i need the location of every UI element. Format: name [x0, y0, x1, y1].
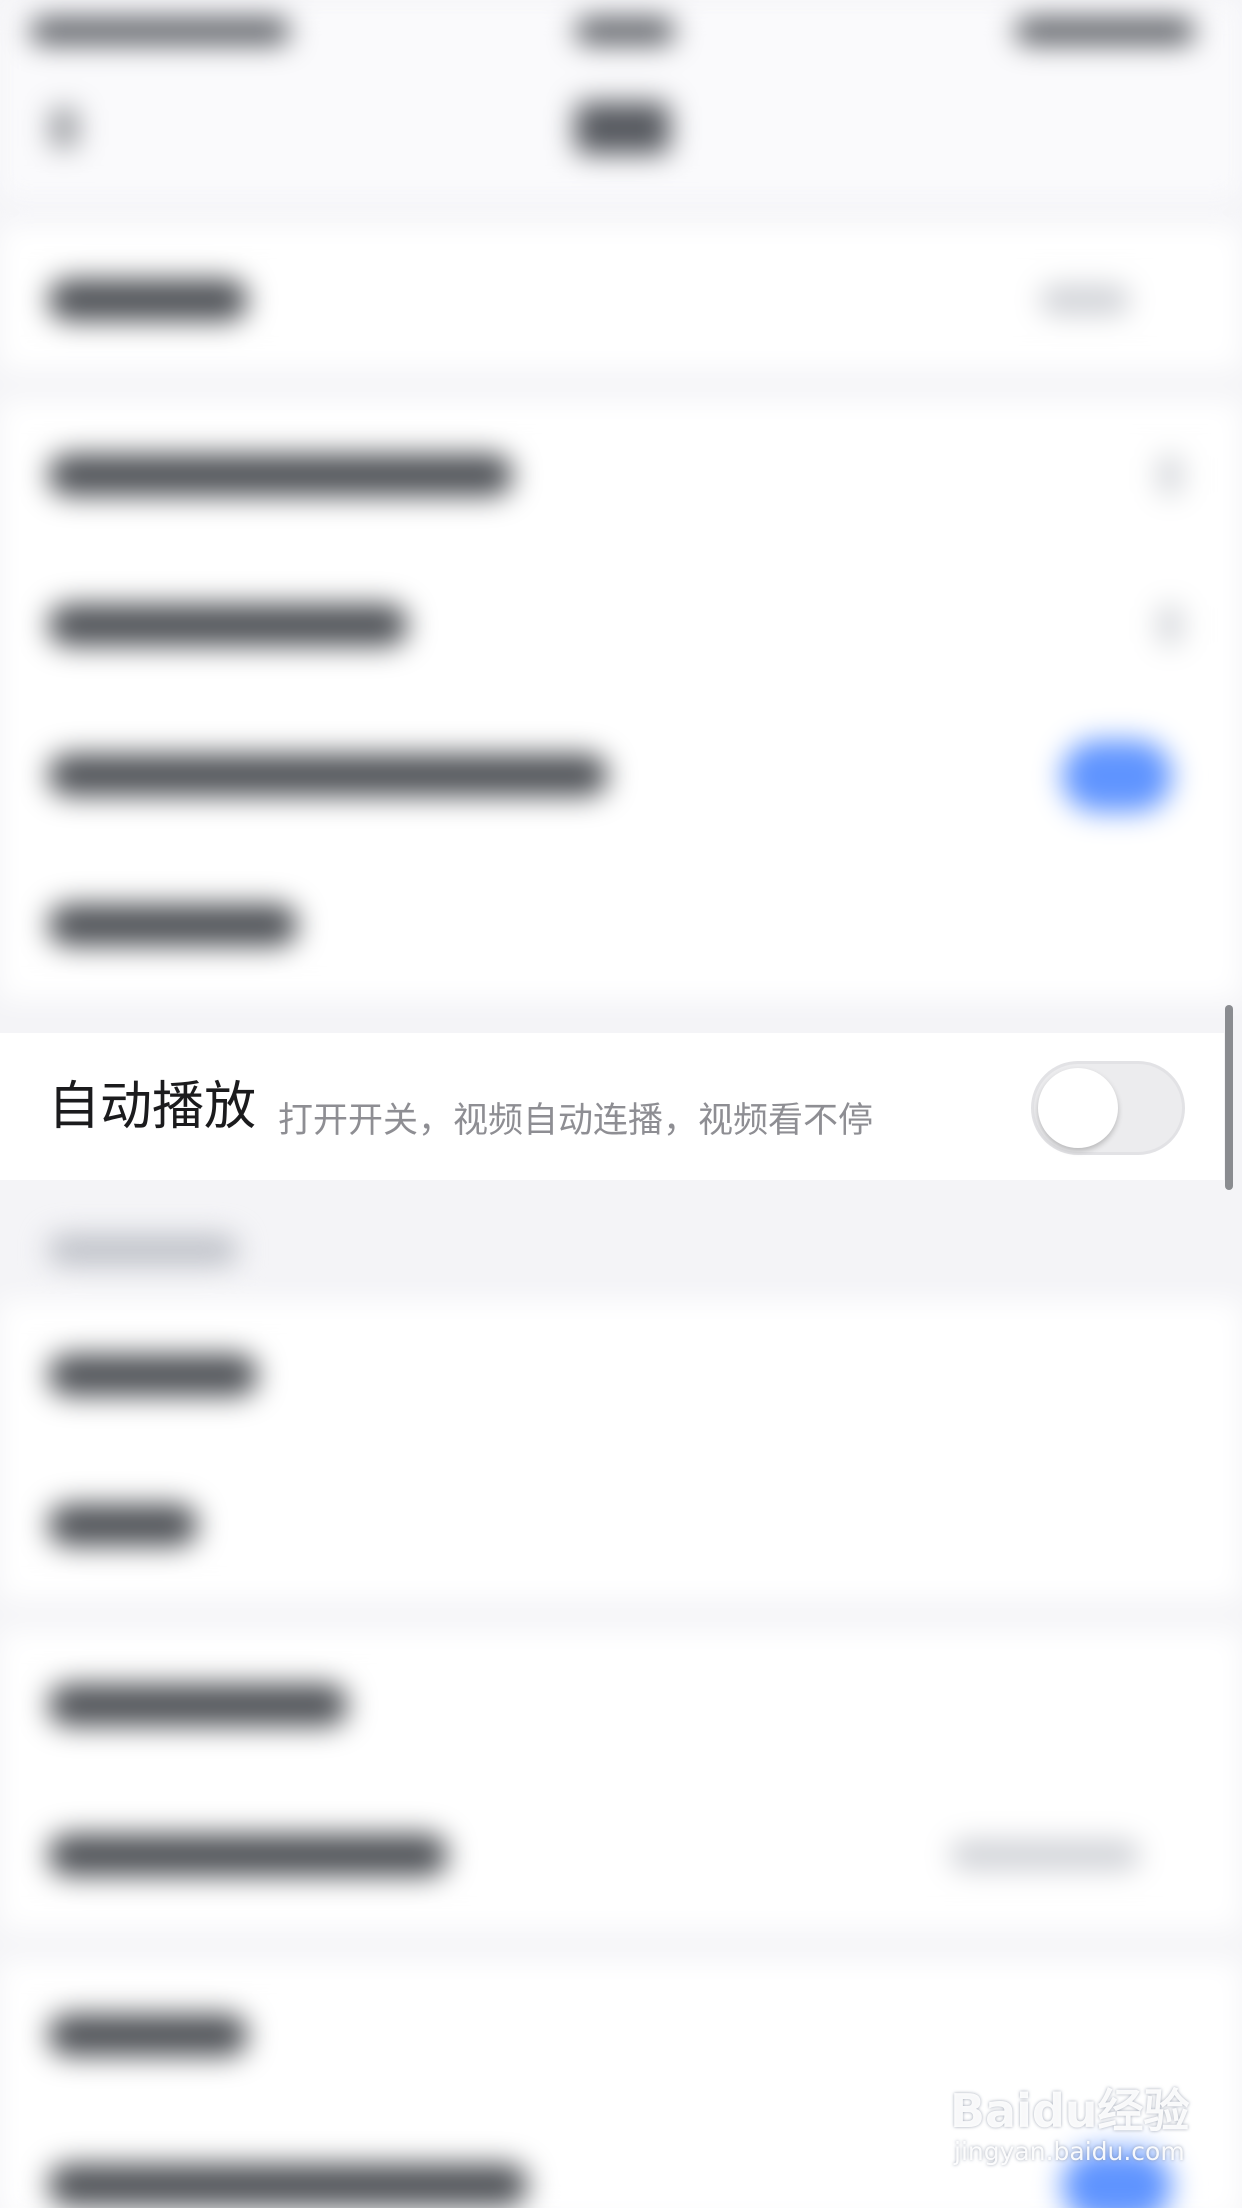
settings-row[interactable] [0, 1780, 1242, 1930]
back-icon[interactable] [50, 108, 78, 148]
settings-row[interactable] [0, 225, 1242, 375]
row-label [48, 1504, 198, 1546]
nav-bar [0, 70, 1242, 200]
status-battery [1015, 18, 1195, 44]
settings-row[interactable] [0, 700, 1242, 850]
settings-group-3 [0, 1300, 1242, 1600]
settings-row[interactable] [0, 850, 1242, 1000]
row-label [48, 1684, 348, 1726]
settings-group-1 [0, 225, 1242, 370]
settings-screen: 自动播放 打开开关，视频自动连播，视频看不停 Baidu经验 jingyan.b… [0, 0, 1242, 2208]
autoplay-title: 自动播放 [48, 1077, 257, 1137]
row-label [48, 454, 513, 496]
toggle-knob [1038, 1068, 1118, 1148]
autoplay-description: 打开开关，视频自动连播，视频看不停 [278, 1101, 874, 1141]
row-label [48, 1354, 258, 1396]
row-label [48, 604, 408, 646]
settings-row[interactable] [0, 1450, 1242, 1600]
row-label [48, 2164, 528, 2206]
row-label [48, 2014, 248, 2056]
status-bar [0, 0, 1242, 70]
settings-group-2 [0, 400, 1242, 1000]
toggle-switch-on[interactable] [1062, 740, 1172, 812]
watermark-url: jingyan.baidu.com [954, 2137, 1185, 2166]
page-title [575, 102, 670, 154]
section-header [48, 1235, 238, 1265]
settings-group-4 [0, 1630, 1242, 1930]
row-value [950, 1840, 1140, 1870]
settings-row[interactable] [0, 400, 1242, 550]
row-label [48, 279, 248, 321]
watermark-brand: Baidu经验 [950, 2084, 1190, 2138]
watermark-logo: Baidu经验 jingyan.baidu.com [950, 2075, 1190, 2185]
row-label [48, 754, 608, 796]
chevron-right-icon [1158, 605, 1182, 645]
row-value [1040, 285, 1130, 315]
chevron-right-icon [1158, 455, 1182, 495]
autoplay-row[interactable]: 自动播放 打开开关，视频自动连播，视频看不停 [0, 1033, 1224, 1180]
settings-row[interactable] [0, 1300, 1242, 1450]
row-label [48, 904, 298, 946]
settings-row[interactable] [0, 550, 1242, 700]
scrollbar[interactable] [1225, 1005, 1233, 1190]
row-label [48, 1834, 448, 1876]
status-time [575, 18, 675, 44]
status-carrier [30, 18, 290, 44]
settings-row[interactable] [0, 1630, 1242, 1780]
autoplay-toggle[interactable] [1031, 1061, 1185, 1155]
